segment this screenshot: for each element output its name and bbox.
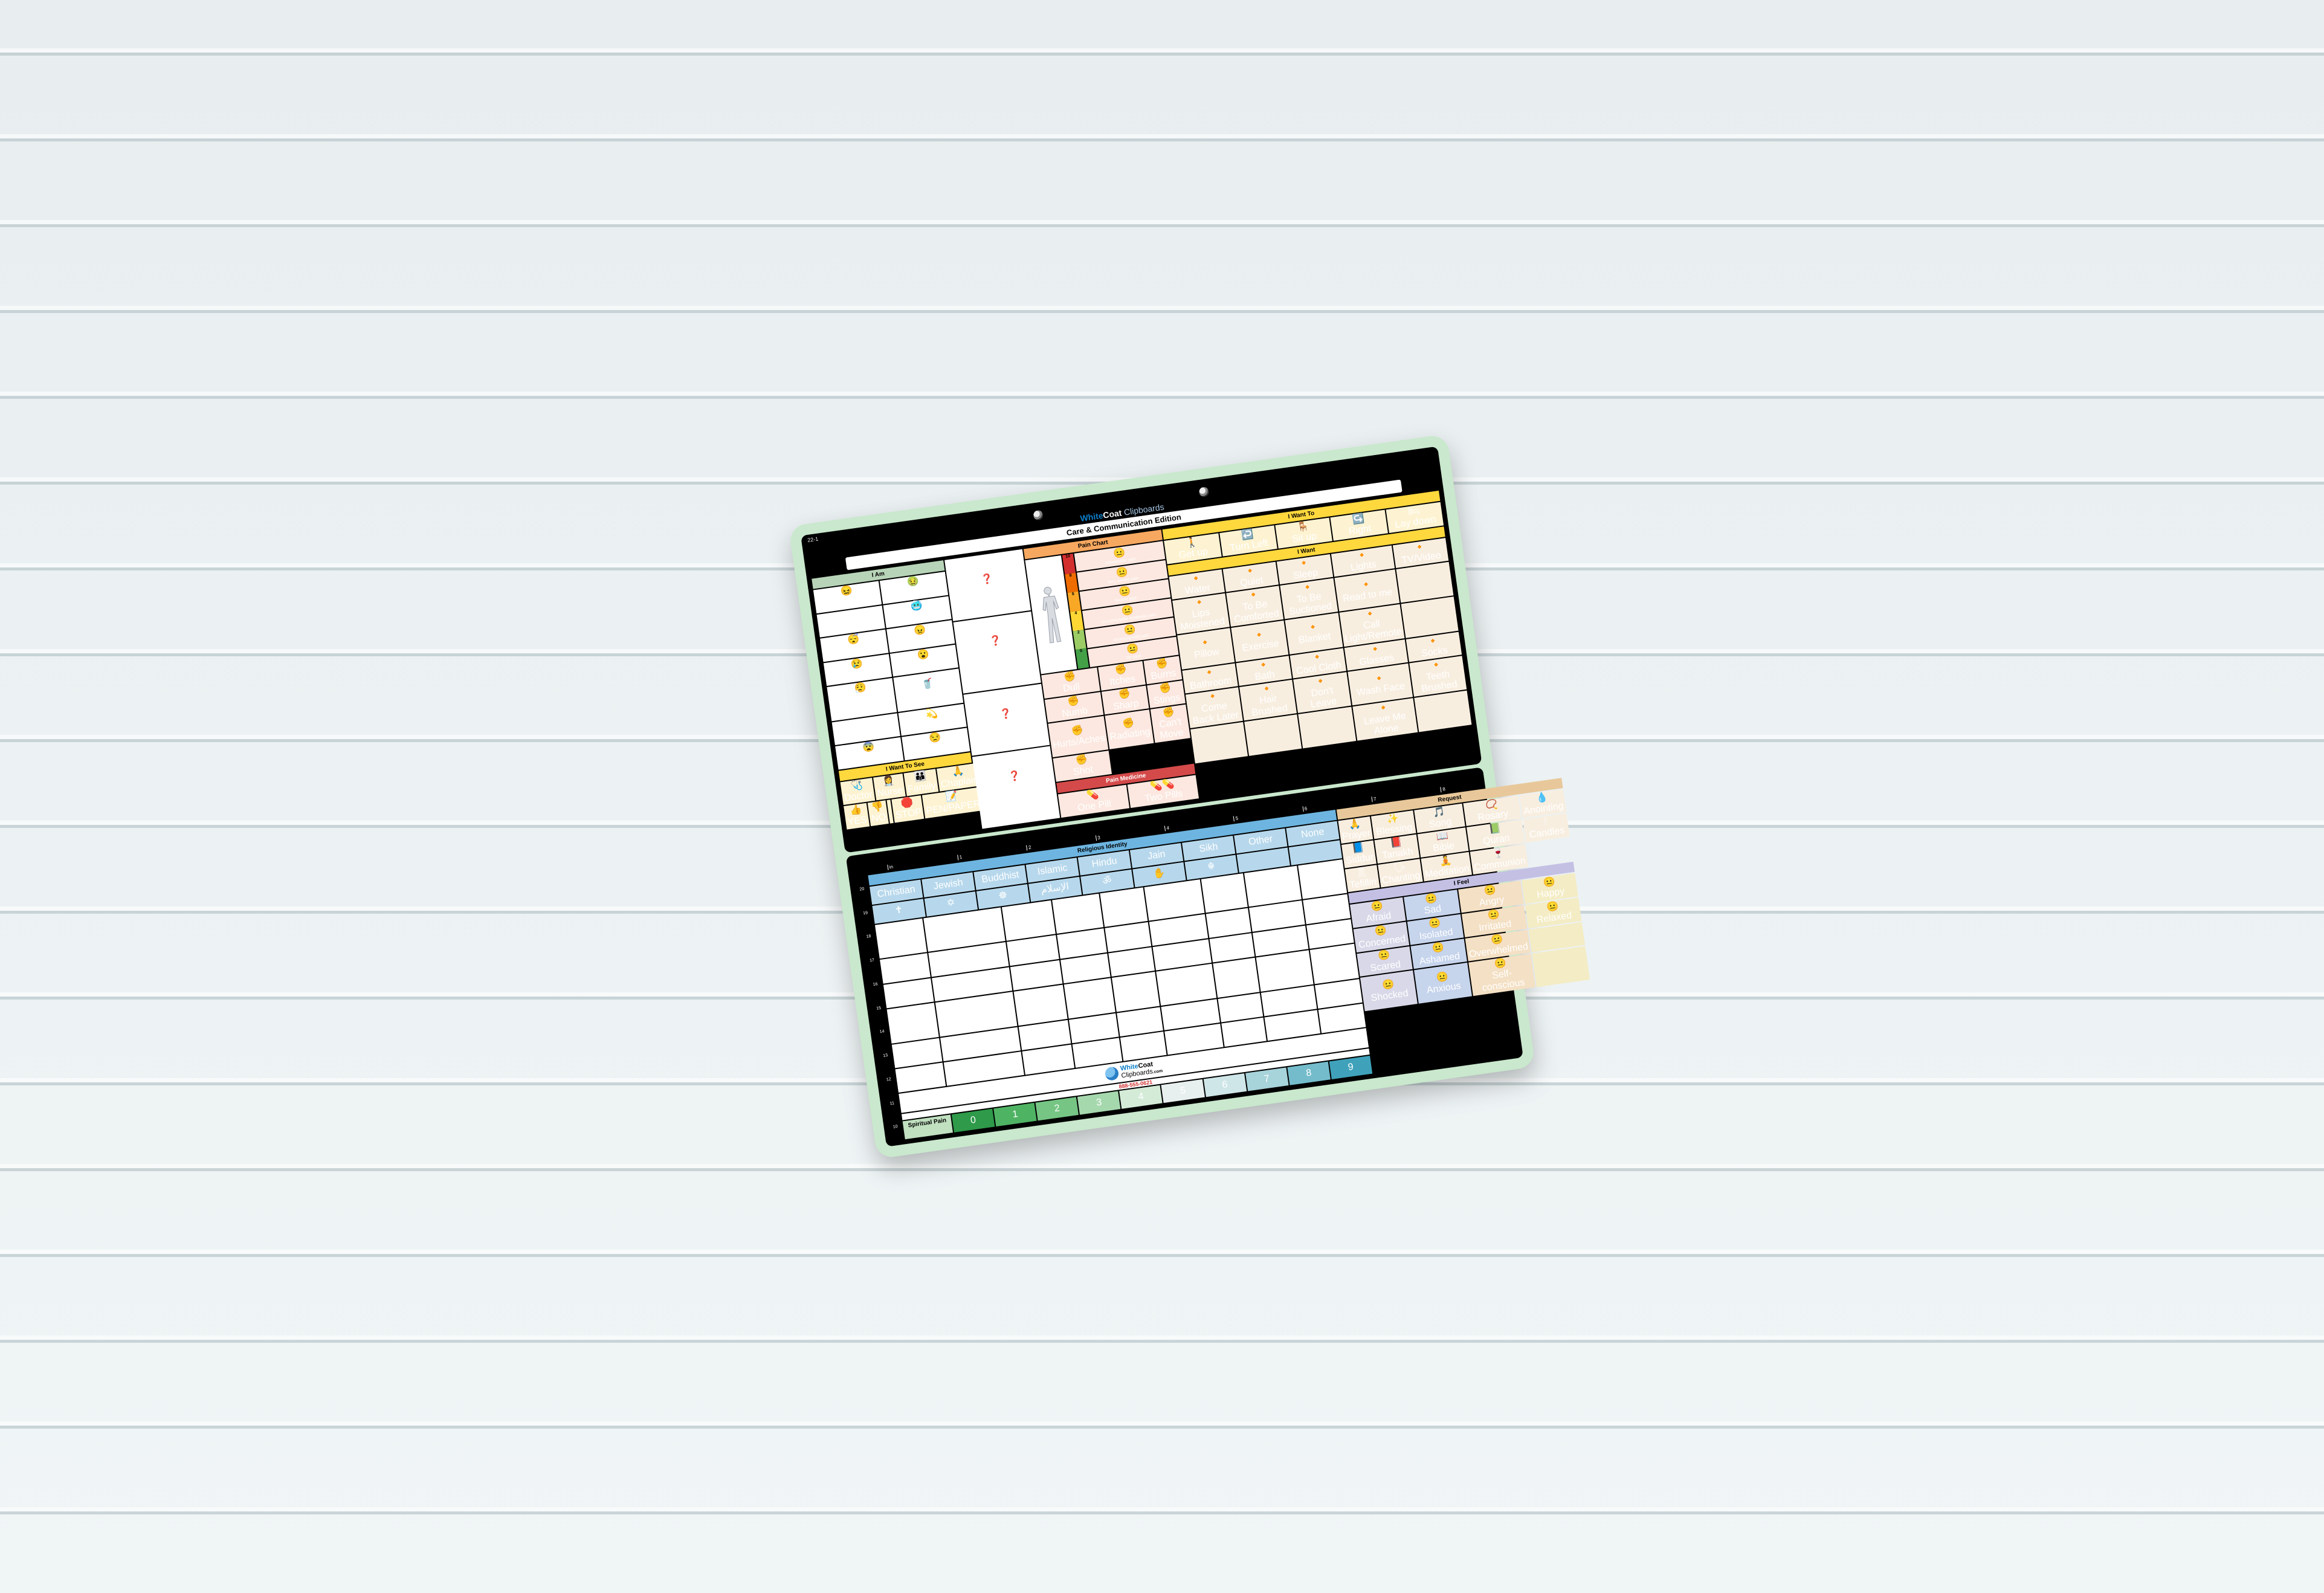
cell: ✊Radiating xyxy=(1105,709,1154,749)
feel-cell: 😐Shocked xyxy=(1360,971,1418,1012)
cell: 🔸Hair Brushed xyxy=(1239,680,1297,721)
cell xyxy=(1396,562,1453,603)
globe-icon xyxy=(1105,1066,1120,1081)
one-pill-label: One Pill xyxy=(1077,798,1112,813)
cell: 🎗Tefillin xyxy=(1345,865,1380,893)
cell: Protestant xyxy=(875,918,927,958)
cell: 📘Siddur xyxy=(1341,841,1377,868)
feel-cell xyxy=(1532,946,1590,987)
cell: ✊Can't Move xyxy=(1151,705,1190,743)
cell: (Nepali) xyxy=(1209,933,1254,963)
cell: Zen/Chan xyxy=(1002,900,1056,941)
two-pills-label: Two Pills xyxy=(1144,789,1184,804)
clipboard-body: 22-1 WhiteCoat Clipboards Care & Communi… xyxy=(789,434,1535,1159)
cell: Digambara xyxy=(1144,879,1204,921)
cell: 🔸Don't Leave xyxy=(1294,672,1351,713)
cell xyxy=(1401,597,1458,638)
cell: 🔸Leave Me Alone xyxy=(1352,699,1418,741)
cell: ✊Hurts/Aches xyxy=(1048,716,1108,758)
cell: Unitarian/ Universalist xyxy=(1244,865,1302,907)
cell: ਸਿੱਖ (Punjabi) xyxy=(1201,873,1247,913)
cell: (Bengali) xyxy=(1112,972,1160,1012)
brand-coat: Coat xyxy=(1102,508,1122,520)
cell: Spiritual but not religious xyxy=(1298,859,1347,899)
corner-code: 22-1 xyxy=(807,536,819,543)
cell: हिंदू धर्म (Hindi) xyxy=(1100,887,1148,927)
i-want-grid: 🔸Water🔸Quiet🔸Sleep🔸Lights🔸TV/Video🔸Lips … xyxy=(1169,538,1471,763)
cell: Humanist xyxy=(1310,943,1359,983)
pain-types-grid: ✊Dull✊Itches✊Burns✊Numb✊Sharp✊Stings✊Hur… xyxy=(1041,656,1194,781)
cell: Mahayana xyxy=(1013,984,1068,1026)
col-wants: I Want To 🚶Get up↩️Turn Left🪑Sit up↪️Rig… xyxy=(1163,491,1477,798)
cell: सिख (Hindi) xyxy=(1206,908,1251,938)
cell: 🔸Blanket xyxy=(1285,613,1343,654)
cell: 👍YES xyxy=(844,803,870,830)
cell: ❓How am I doing? xyxy=(944,549,1031,621)
cell: 🔸Pillow xyxy=(1177,628,1235,670)
cell: ❓What's going on? xyxy=(963,684,1050,756)
cell: 🔸Come Back Later xyxy=(1186,687,1243,728)
cell: 🩺Doctor xyxy=(841,778,876,806)
cell: 👩‍⚕️Nurse xyxy=(873,774,906,801)
cell: 🔸Teeth Brushed xyxy=(1409,656,1467,697)
cell: 🛑STOP xyxy=(891,795,924,822)
cell xyxy=(1218,993,1263,1023)
cell xyxy=(1221,1018,1267,1047)
feel-cell: 😐Self-conscious xyxy=(1468,954,1536,996)
cell: Pagan (Wiccan etc.) xyxy=(1256,950,1314,992)
cell xyxy=(1414,691,1471,732)
cell: 🔸Lips Moistened xyxy=(1172,593,1230,635)
i-am-grid: 😖In pain🤢Nauseous🍽Hungry🥶Cold😴Tired😠Angr… xyxy=(813,572,970,769)
cell: 🔸To Be Suctioned xyxy=(1280,578,1338,619)
pain-scale-labels: 😐Unbearable pain😐Very severe pain😐Severe… xyxy=(1074,541,1179,667)
cell xyxy=(1213,958,1259,998)
cell: 🕯Candles xyxy=(1523,813,1569,842)
cell: 🙏Prayer xyxy=(1338,816,1373,844)
cell: ❓What day/time is it? xyxy=(954,612,1041,694)
cell xyxy=(1299,707,1356,748)
feel-cell: 😐Anxious xyxy=(1414,963,1471,1004)
cell: ✊Stings xyxy=(1147,680,1186,708)
cell: ❓When is the tube coming out? xyxy=(972,746,1060,829)
cell: ✊Burns xyxy=(1143,656,1182,683)
cell: Mu'tazilah xyxy=(1064,978,1115,1018)
cell: 👎NO xyxy=(868,801,889,826)
cell xyxy=(1190,722,1248,763)
request-feel-col: Request 🙏Prayer✨Blessing🎵Song📿Rosary💧Ano… xyxy=(1337,778,1599,1073)
cell: (Gujarati) xyxy=(1157,964,1216,1006)
cell xyxy=(1244,714,1302,755)
cell: 🔸To Be Comforted xyxy=(1226,586,1283,627)
cell: Sunni xyxy=(1052,893,1103,934)
cell: 👪Family xyxy=(903,769,938,797)
cell: 🔸Exercise xyxy=(1231,621,1289,662)
pain-chart-body: 1086420 😐Unbearable pain😐Very severe pai… xyxy=(1025,541,1178,674)
cell: Jehovah's Witness xyxy=(887,1003,939,1043)
clipboard-stage: 22-1 WhiteCoat Clipboards Care & Communi… xyxy=(789,434,1535,1159)
